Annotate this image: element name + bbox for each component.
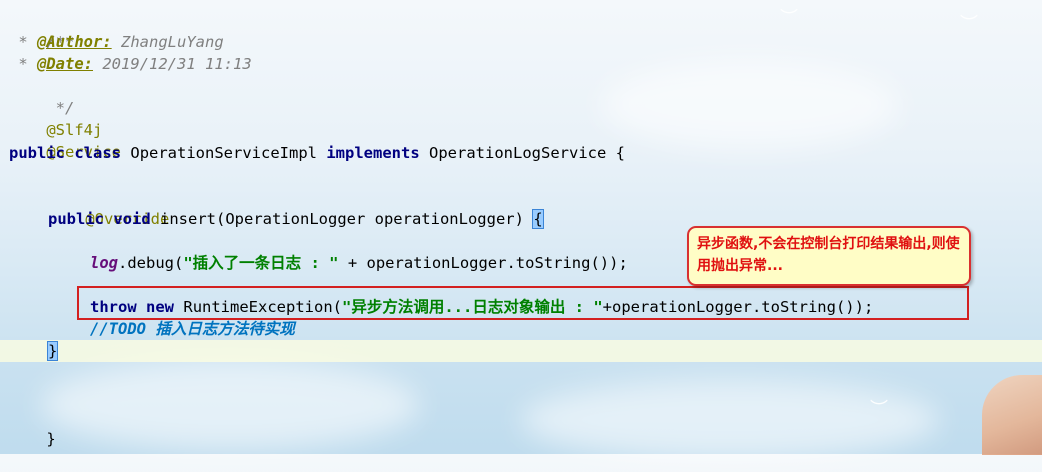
code-line-class-close: } — [46, 430, 56, 448]
code-line-slf4j: @Slf4j — [46, 121, 103, 139]
matched-brace-close: } — [46, 341, 59, 361]
code-line-todo: //TODO 插入日志方法待实现 — [90, 320, 295, 338]
todo-tag: TODO — [108, 320, 146, 338]
code-line-author: * @Author: ZhangLuYang — [9, 33, 224, 51]
code-line-method-decl: public void insert(OperationLogger opera… — [48, 209, 544, 229]
code-line-log-debug: log.debug("插入了一条日志 : " + operationLogger… — [90, 254, 628, 272]
code-line-class-decl: public class OperationServiceImpl implem… — [9, 144, 625, 162]
class-name: OperationServiceImpl — [130, 144, 317, 162]
method-signature: insert(OperationLogger operationLogger) — [160, 210, 524, 228]
matched-brace-open: { — [532, 209, 544, 229]
code-line-comment-open: /** — [46, 33, 75, 51]
date-value: 2019/12/31 11:13 — [102, 55, 252, 73]
highlight-box — [77, 286, 969, 320]
callout-text: 异步函数,不会在控制台打印结果输出,则使用抛出异常... — [697, 236, 960, 274]
code-line-service: @Service — [46, 143, 121, 161]
code-line-comment-close: */ — [46, 99, 75, 117]
date-tag: @Date: — [37, 55, 93, 73]
author-value: ZhangLuYang — [121, 33, 224, 51]
code-line-date: * @Date: 2019/12/31 11:13 — [9, 55, 252, 73]
author-tag: @Author: — [37, 33, 112, 51]
annotation-callout: 异步函数,不会在控制台打印结果输出,则使用抛出异常... — [687, 226, 971, 286]
code-line-method-close: } — [0, 340, 1042, 362]
code-line-override: @Override — [85, 210, 170, 228]
